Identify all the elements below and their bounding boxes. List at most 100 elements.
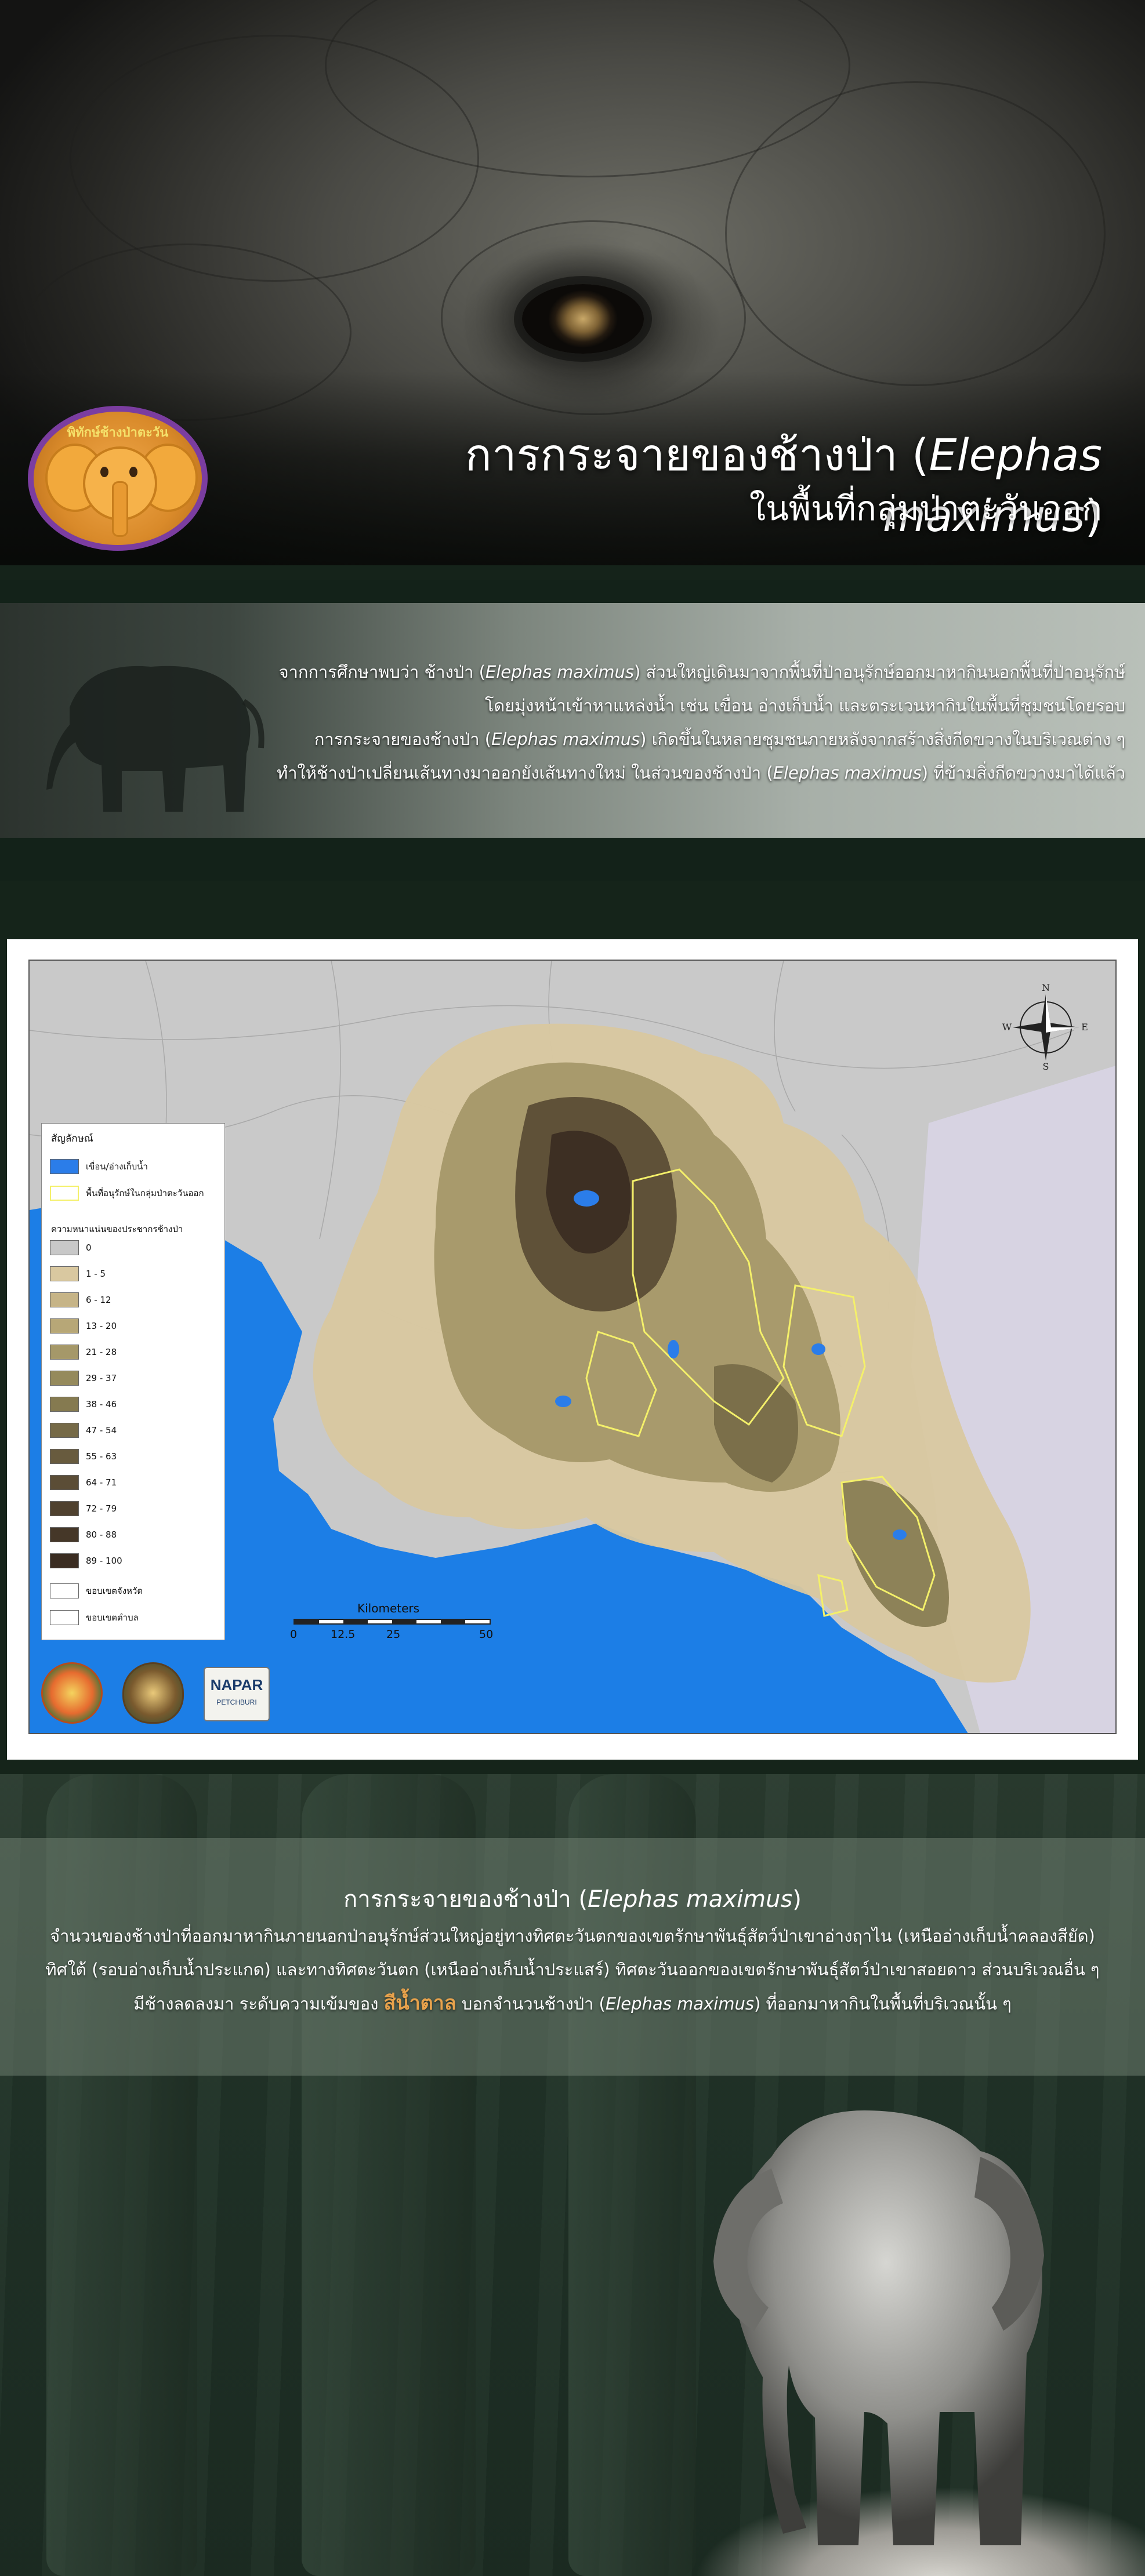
- legend-item-reservoir: เขื่อน/อ่างเก็บน้ำ: [50, 1158, 148, 1175]
- legend-label: 47 - 54: [86, 1425, 117, 1436]
- logo-eye: [100, 467, 108, 477]
- scale-bar: Kilometers 0 12.5 25 50: [290, 1601, 502, 1648]
- legend-item-density-class: 13 - 20: [50, 1318, 117, 1334]
- legend-item-density-class: 0: [50, 1240, 92, 1256]
- legend-label: 1 - 5: [86, 1269, 106, 1279]
- legend-title: สัญลักษณ์: [51, 1133, 93, 1145]
- legend-item-province: ขอบเขตจังหวัด: [50, 1583, 143, 1599]
- legend-label: 89 - 100: [86, 1556, 122, 1566]
- legend-item-density-class: 6 - 12: [50, 1292, 111, 1308]
- elephant-eye: [522, 284, 644, 354]
- legend-swatch: [50, 1527, 79, 1542]
- map-legend: สัญลักษณ์ เขื่อน/อ่างเก็บน้ำ พื้นที่อนุร…: [41, 1123, 225, 1640]
- standing-elephant-image: [713, 2110, 1044, 2545]
- intro-line: การกระจายของช้างป่า (Elephas maximus) เก…: [255, 722, 1125, 756]
- napar-subtext: PETCHBURI: [216, 1698, 257, 1706]
- title-prefix: การกระจายของช้างป่า (: [465, 429, 929, 481]
- page-subtitle: ในพื้นที่กลุ่มป่าตะวันออก: [749, 489, 1102, 528]
- legend-swatch: [50, 1449, 79, 1464]
- distribution-title: การกระจายของช้างป่า (Elephas maximus): [0, 1880, 1145, 1917]
- intro-text-part: โดยมุ่งหน้าเข้าหาแหล่งน้ำ เช่น เขื่อน อ่…: [484, 696, 1125, 715]
- legend-item-density-class: 38 - 46: [50, 1396, 117, 1412]
- legend-swatch: [50, 1345, 79, 1360]
- legend-swatch: [50, 1318, 79, 1334]
- legend-label: 38 - 46: [86, 1399, 117, 1409]
- legend-label: ขอบเขตตำบล: [86, 1612, 139, 1623]
- legend-label: 13 - 20: [86, 1321, 117, 1331]
- intro-text-part: การกระจายของช้างป่า (: [314, 729, 492, 749]
- distribution-text-part: ) ที่ออกมาหากินในพื้นที่บริเวณนั้น ๆ: [753, 1994, 1012, 2014]
- intro-text-part: ) ส่วนใหญ่เดินมาจากพื้นที่ป่าอนุรักษ์ออก…: [634, 662, 1125, 682]
- brown-color-highlight: สีน้ำตาล: [383, 1992, 456, 2015]
- legend-label: 6 - 12: [86, 1295, 111, 1305]
- legend-swatch: [50, 1186, 79, 1201]
- intro-scientific-name: Elephas maximus: [491, 729, 640, 749]
- intro-text-part: จากการศึกษาพบว่า ช้างป่า (: [278, 662, 485, 682]
- logo-trunk: [112, 481, 128, 537]
- organization-logos: NAPAR PETCHBURI: [41, 1662, 285, 1726]
- legend-item-density-class: 1 - 5: [50, 1266, 106, 1282]
- legend-swatch: [50, 1423, 79, 1438]
- legend-swatch: [50, 1292, 79, 1307]
- logo-eye: [129, 467, 137, 477]
- intro-line: จากการศึกษาพบว่า ช้างป่า (Elephas maximu…: [255, 655, 1125, 689]
- distribution-title-scientific-name: Elephas maximus: [588, 1886, 793, 1913]
- legend-swatch: [50, 1371, 79, 1386]
- legend-label: 72 - 79: [86, 1503, 117, 1514]
- legend-label: พื้นที่อนุรักษ์ในกลุ่มป่าตะวันออก: [86, 1188, 204, 1198]
- distribution-line: มีช้างลดลงมา ระดับความเข้มของ สีน้ำตาล บ…: [35, 1986, 1110, 2021]
- legend-swatch: [50, 1475, 79, 1490]
- distribution-paragraph: จำนวนของช้างป่าที่ออกมาหากินภายนอกป่าอนุ…: [35, 1919, 1110, 2021]
- legend-item-subdistrict: ขอบเขตตำบล: [50, 1609, 139, 1626]
- scale-tick: 50: [479, 1628, 494, 1641]
- intro-line: ทำให้ช้างป่าเปลี่ยนเส้นทางมาออกยังเส้นทา…: [255, 756, 1125, 790]
- legend-swatch: [50, 1240, 79, 1255]
- wildlife-department-logo: [122, 1662, 184, 1724]
- hero-banner: พิทักษ์ช้างป่าตะวันออก การกระจายของช้างป…: [0, 0, 1145, 565]
- legend-density-title: ความหนาแน่นของประชากรช้างป่า: [51, 1224, 183, 1234]
- distribution-title-suffix: ): [792, 1886, 802, 1913]
- legend-item-density-class: 47 - 54: [50, 1422, 117, 1438]
- legend-item-density-class: 21 - 28: [50, 1344, 117, 1360]
- legend-label: 64 - 71: [86, 1477, 117, 1488]
- forestry-department-logo: [41, 1662, 103, 1724]
- distribution-text-part: มีช้างลดลงมา ระดับความเข้มของ: [133, 1994, 384, 2014]
- scale-tick: 12.5: [331, 1628, 356, 1641]
- legend-item-density-class: 89 - 100: [50, 1553, 122, 1569]
- intro-text-part: ) ที่ข้ามสิ่งกีดขวางมาได้แล้ว: [921, 763, 1125, 783]
- legend-label: 21 - 28: [86, 1347, 117, 1357]
- distribution-text-part: บอกจำนวนช้างป่า (: [456, 1994, 606, 2014]
- legend-swatch: [50, 1610, 79, 1625]
- legend-label: 29 - 37: [86, 1373, 117, 1383]
- legend-item-density-class: 29 - 37: [50, 1370, 117, 1386]
- intro-section: จากการศึกษาพบว่า ช้างป่า (Elephas maximu…: [0, 580, 1145, 881]
- legend-swatch: [50, 1501, 79, 1516]
- compass-n: N: [1042, 984, 1050, 993]
- distribution-line: ทิศใต้ (รอบอ่างเก็บน้ำประแกด) และทางทิศต…: [45, 1960, 1100, 1979]
- napar-text: NAPAR: [210, 1676, 263, 1694]
- legend-item-density-class: 64 - 71: [50, 1474, 117, 1491]
- legend-item-density-class: 72 - 79: [50, 1500, 117, 1517]
- intro-scientific-name: Elephas maximus: [485, 662, 634, 682]
- compass-s: S: [1043, 1061, 1049, 1071]
- legend-item-density-class: 55 - 63: [50, 1448, 117, 1465]
- intro-line: โดยมุ่งหน้าเข้าหาแหล่งน้ำ เช่น เขื่อน อ่…: [255, 689, 1125, 722]
- intro-scientific-name: Elephas maximus: [773, 763, 922, 783]
- legend-item-protected-area: พื้นที่อนุรักษ์ในกลุ่มป่าตะวันออก: [50, 1185, 204, 1201]
- map-section: N S E W สัญลักษณ์ เขื่อน/อ่างเก็บน้ำ พื้…: [0, 881, 1145, 1774]
- scale-title: Kilometers: [357, 1601, 420, 1615]
- distribution-line: จำนวนของช้างป่าที่ออกมาหากินภายนอกป่าอนุ…: [50, 1926, 1095, 1946]
- legend-label: เขื่อน/อ่างเก็บน้ำ: [86, 1161, 148, 1172]
- legend-label: 80 - 88: [86, 1529, 117, 1540]
- walking-elephant-image: [46, 666, 264, 812]
- compass-rose-icon: N S E W: [1002, 984, 1088, 1071]
- legend-swatch: [50, 1553, 79, 1568]
- skin-wrinkle: [725, 81, 1106, 386]
- intro-paragraph: จากการศึกษาพบว่า ช้างป่า (Elephas maximu…: [255, 655, 1125, 790]
- distribution-section: การกระจายของช้างป่า (Elephas maximus) จำ…: [0, 1774, 1145, 2576]
- legend-swatch: [50, 1266, 79, 1281]
- legend-swatch: [50, 1583, 79, 1598]
- napar-logo: NAPAR PETCHBURI: [204, 1667, 270, 1721]
- distribution-map: N S E W สัญลักษณ์ เขื่อน/อ่างเก็บน้ำ พื้…: [28, 960, 1117, 1734]
- scale-bar-graphic: [294, 1619, 491, 1625]
